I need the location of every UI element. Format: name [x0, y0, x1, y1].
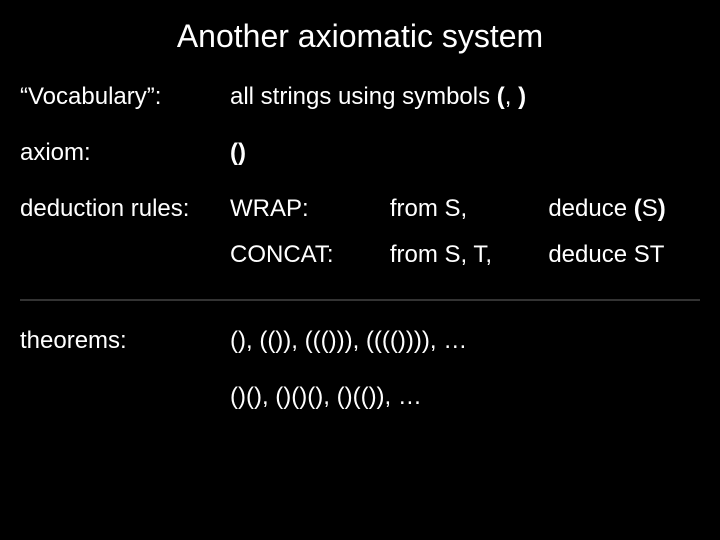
paren-open-symbol: ( [497, 83, 505, 110]
vocab-comma: , [505, 83, 518, 110]
theorems-lines: (), (()), ((())), (((()))), … ()(), ()()… [230, 327, 700, 439]
divider-line [20, 299, 700, 301]
theorems-line-1: (), (()), ((())), (((()))), … [230, 327, 700, 355]
theorems-line-2: ()(), ()()(), ()(()), … [230, 383, 700, 411]
axiom-value: () [230, 139, 700, 167]
rule-wrap-open: ( [634, 195, 642, 222]
rules-row: deduction rules: WRAP: from S, deduce (S… [0, 195, 720, 269]
vocabulary-value: all strings using symbols (, ) [230, 83, 700, 111]
theorems-row: theorems: (), (()), ((())), (((()))), … … [0, 327, 720, 439]
rule-concat-from: from S, T, [390, 241, 527, 269]
axiom-row: axiom: () [0, 139, 720, 167]
vocab-text: all strings using symbols [230, 83, 497, 110]
rule-concat-name: CONCAT: [230, 241, 368, 269]
paren-close-symbol: ) [518, 83, 526, 110]
slide-title: Another axiomatic system [0, 0, 720, 55]
rules-table: WRAP: from S, deduce (S) CONCAT: from S,… [230, 195, 700, 269]
slide: Another axiomatic system “Vocabulary”: a… [0, 0, 720, 540]
rule-wrap-mid: S [642, 195, 658, 222]
axiom-label: axiom: [20, 139, 230, 167]
rules-value: WRAP: from S, deduce (S) CONCAT: from S,… [230, 195, 700, 269]
rule-wrap-name: WRAP: [230, 195, 368, 223]
theorems-label: theorems: [20, 327, 230, 355]
rule-wrap-close: ) [658, 195, 666, 222]
rules-label: deduction rules: [20, 195, 230, 223]
rule-wrap-deduce: deduce (S) [548, 195, 700, 223]
vocabulary-label: “Vocabulary”: [20, 83, 230, 111]
rule-wrap-from: from S, [390, 195, 527, 223]
rule-concat-deduce: deduce ST [548, 241, 700, 269]
vocabulary-row: “Vocabulary”: all strings using symbols … [0, 83, 720, 111]
rule-wrap-deduce-pre: deduce [548, 195, 633, 222]
